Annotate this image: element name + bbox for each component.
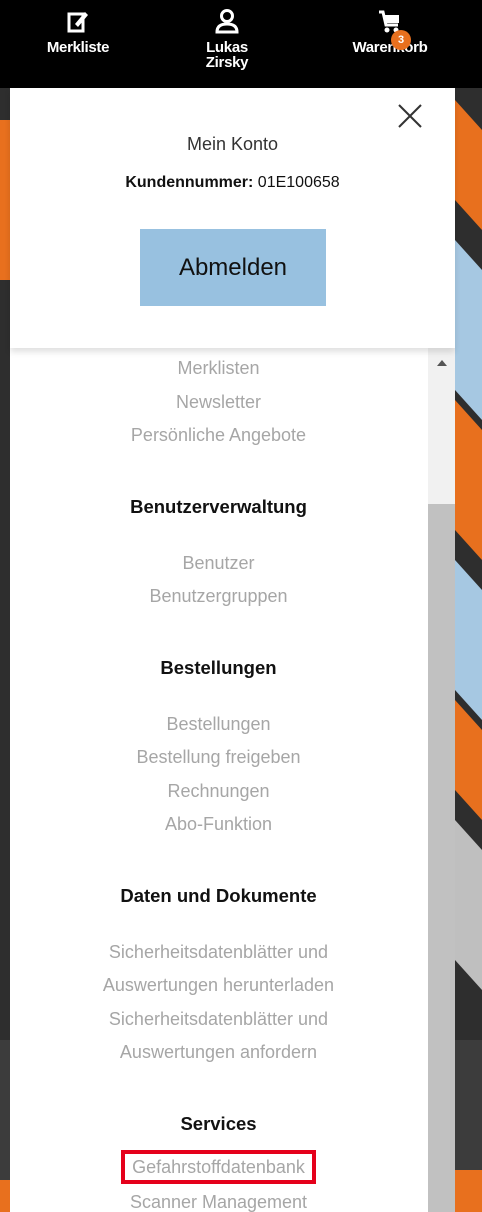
menu-scrollbar[interactable] [428,348,455,1212]
menu-item-merklisten[interactable]: Merklisten [10,352,427,386]
section-heading-benutzerverwaltung: Benutzerverwaltung [130,495,307,517]
menu-item-scanner-management[interactable]: Scanner Management [10,1186,427,1212]
section-heading-services: Services [180,1112,257,1134]
section-heading-bestellungen: Bestellungen [160,656,277,678]
customer-number-value: 01E100658 [257,174,340,191]
scrollbar-thumb[interactable] [428,504,455,1212]
account-panel: Mein Konto Kundennummer: 01E100658 Abmel… [10,88,455,348]
menu-item-sdb-anfordern-line1[interactable]: Sicherheitsdatenblätter und [10,1003,427,1037]
account-title: Mein Konto [186,134,279,154]
menu-item-bestellungen[interactable]: Bestellungen [10,708,427,742]
note-edit-icon [67,12,88,33]
close-icon[interactable] [394,100,426,132]
merkliste-nav-button[interactable]: Merkliste [28,8,128,55]
menu-item-abo-funktion[interactable]: Abo-Funktion [10,808,427,842]
menu-item-persoenliche-angebote[interactable]: Persönliche Angebote [10,419,427,453]
logout-button[interactable]: Abmelden [140,229,326,306]
cart-count-badge: 3 [391,30,411,50]
menu-item-sdb-herunterladen-line1[interactable]: Sicherheitsdatenblätter und [10,936,427,970]
menu-item-gefahrstoffdatenbank[interactable]: Gefahrstoffdatenbank [121,1149,316,1184]
user-icon [215,9,239,34]
menu-item-benutzergruppen[interactable]: Benutzergruppen [10,580,427,614]
menu-item-sdb-anfordern-line2[interactable]: Auswertungen anfordern [10,1036,427,1070]
user-name-label: Lukas Zirsky [205,39,249,71]
menu-item-benutzer[interactable]: Benutzer [10,547,427,581]
account-menu-panel: Merklisten Newsletter Persönliche Angebo… [10,348,455,1212]
menu-item-rechnungen[interactable]: Rechnungen [10,775,427,809]
menu-list: Merklisten Newsletter Persönliche Angebo… [10,348,427,1212]
merkliste-label: Merkliste [46,39,110,56]
menu-item-newsletter[interactable]: Newsletter [10,386,427,420]
top-navigation-bar: Merkliste Lukas Zirsky 3 Warenkorb [0,0,482,88]
menu-item-sdb-herunterladen-line2[interactable]: Auswertungen herunterladen [10,969,427,1003]
user-account-nav-button[interactable]: Lukas Zirsky [177,8,277,70]
menu-item-bestellung-freigeben[interactable]: Bestellung freigeben [10,741,427,775]
customer-number-line: Kundennummer: 01E100658 [10,174,455,192]
scroll-up-arrow-icon[interactable] [428,348,455,378]
section-heading-daten-und-dokumente: Daten und Dokumente [120,884,317,906]
customer-number-label: Kundennummer: [125,174,254,191]
cart-label: Warenkorb [352,39,428,56]
cart-nav-button[interactable]: 3 Warenkorb [340,8,440,55]
